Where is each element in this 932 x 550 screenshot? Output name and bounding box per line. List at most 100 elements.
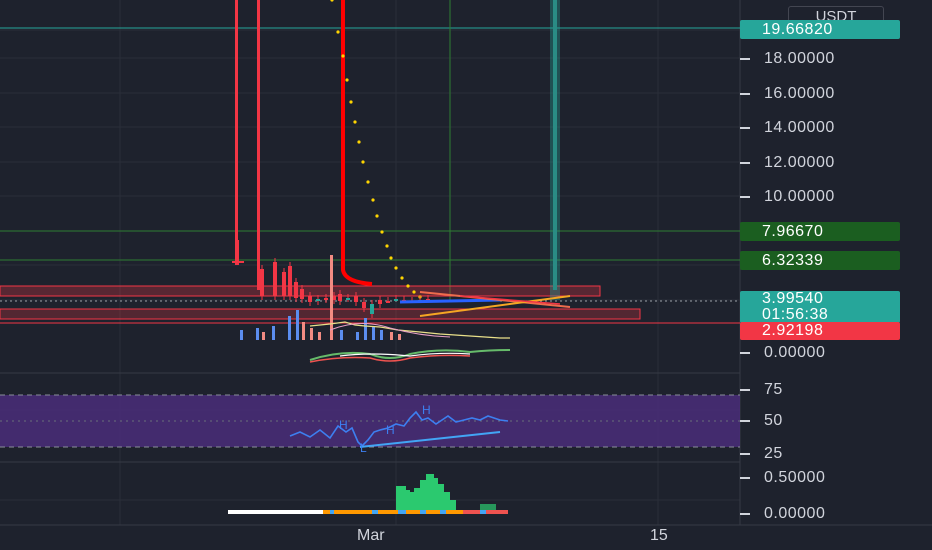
volume-bar: [340, 330, 343, 340]
volume-bar: [240, 330, 243, 340]
price-axis-value: 16.00000: [764, 85, 835, 102]
axis-tick: [740, 58, 750, 60]
volume-bar: [330, 255, 333, 340]
zero-line-segment: [398, 510, 406, 514]
candle-body: [394, 299, 398, 301]
rsi-pattern-label: H: [339, 418, 348, 432]
volume-bar: [390, 332, 393, 340]
sar-dot: [412, 290, 416, 294]
axis-tick: [740, 477, 750, 479]
rsi-pattern-label: H: [386, 423, 395, 437]
rsi-axis-label-50: 50: [740, 411, 900, 431]
bar-countdown: 01:56:38: [762, 306, 829, 323]
oscillator-bar: [420, 480, 426, 512]
axis-tick: [740, 352, 750, 354]
volume-bar: [318, 332, 321, 340]
price-axis-label-16: 16.00000: [740, 84, 900, 104]
candle-body: [288, 266, 292, 296]
last-price-value: 3.99540: [762, 290, 824, 307]
sar-dot: [336, 30, 340, 34]
zero-line-segment: [420, 510, 426, 514]
volume-bar: [288, 316, 291, 340]
price-axis-label-10: 10.00000: [740, 187, 900, 207]
green-level-badge-2: 6.32339: [740, 251, 900, 270]
candle-body: [300, 289, 304, 299]
axis-tick: [740, 453, 750, 455]
volume-bar: [256, 328, 259, 340]
candle-body: [260, 269, 264, 296]
osc-axis-value: 0.50000: [764, 469, 826, 486]
sar-dot: [394, 266, 398, 270]
volume-bar: [398, 334, 401, 340]
sar-dot: [341, 54, 345, 58]
axis-tick: [740, 162, 750, 164]
candle-body: [308, 296, 312, 302]
zero-line-segment: [330, 510, 334, 514]
candle-body: [324, 298, 328, 300]
candle-body: [273, 262, 277, 296]
candle-body: [338, 294, 342, 301]
candle-body: [362, 302, 366, 308]
oscillator-bar: [444, 492, 450, 512]
rsi-axis-value: 25: [764, 445, 783, 462]
rsi-axis-label-75: 75: [740, 380, 900, 400]
blue-pattern-line: [399, 298, 501, 304]
support-zone: [0, 308, 641, 320]
time-axis-label-mar: Mar: [357, 527, 385, 544]
price-axis-label-14: 14.00000: [740, 118, 900, 138]
osc-axis-value: 0.00000: [764, 505, 826, 522]
rsi-pattern-label: L: [360, 441, 367, 455]
sar-dot: [385, 244, 389, 248]
axis-tick: [740, 513, 750, 515]
sar-dot: [380, 230, 384, 234]
volume-axis-value: 0.00000: [764, 344, 826, 361]
osc-axis-label-zero: 0.00000: [740, 504, 900, 524]
chart-window[interactable]: HHHL USDT 18.00000 16.00000 14.00000 12.…: [0, 0, 932, 550]
spike-candle: [257, 0, 260, 290]
sar-dot: [330, 0, 334, 2]
top-line-price-badge: 19.66820: [740, 20, 900, 39]
volume-bar: [296, 310, 299, 340]
volume-bar: [302, 322, 305, 340]
sar-dot: [357, 140, 361, 144]
volume-bar: [310, 328, 313, 340]
zero-line-segment: [480, 510, 486, 514]
sar-dot: [371, 198, 375, 202]
oscillator-bar: [408, 492, 414, 512]
sar-dot: [375, 214, 379, 218]
axis-tick: [740, 389, 750, 391]
sar-dot: [406, 284, 410, 288]
price-axis-value: 18.00000: [764, 50, 835, 67]
axis-tick: [740, 420, 750, 422]
rsi-axis-value: 50: [764, 412, 783, 429]
rsi-axis-label-25: 25: [740, 444, 900, 464]
volume-bar: [372, 326, 375, 340]
sar-dot: [366, 180, 370, 184]
green-level-badge: 7.96670: [740, 222, 900, 241]
sar-dot: [361, 160, 365, 164]
price-axis-label-18: 18.00000: [740, 49, 900, 69]
rsi-band: [0, 395, 740, 447]
candle-body: [354, 296, 358, 302]
price-axis-label-12: 12.00000: [740, 153, 900, 173]
candle-body: [316, 299, 320, 301]
rsi-axis-value: 75: [764, 381, 783, 398]
candle-body: [370, 304, 374, 314]
candle-body: [294, 282, 298, 298]
zero-line-segment: [372, 510, 378, 514]
sar-dot: [389, 256, 393, 260]
volume-bar: [364, 318, 367, 340]
candle-body: [346, 298, 350, 300]
axis-tick: [740, 196, 750, 198]
teal-spike-core: [553, 0, 557, 290]
osc-axis-label-high: 0.50000: [740, 468, 900, 488]
price-axis-value: 14.00000: [764, 119, 835, 136]
volume-bar: [262, 332, 265, 340]
volume-bar: [272, 326, 275, 340]
volume-bar: [380, 330, 383, 340]
axis-tick: [740, 93, 750, 95]
oscillator-bar: [432, 478, 438, 512]
sar-dot: [353, 120, 357, 124]
sar-dot: [349, 100, 353, 104]
candle-body: [282, 272, 286, 296]
